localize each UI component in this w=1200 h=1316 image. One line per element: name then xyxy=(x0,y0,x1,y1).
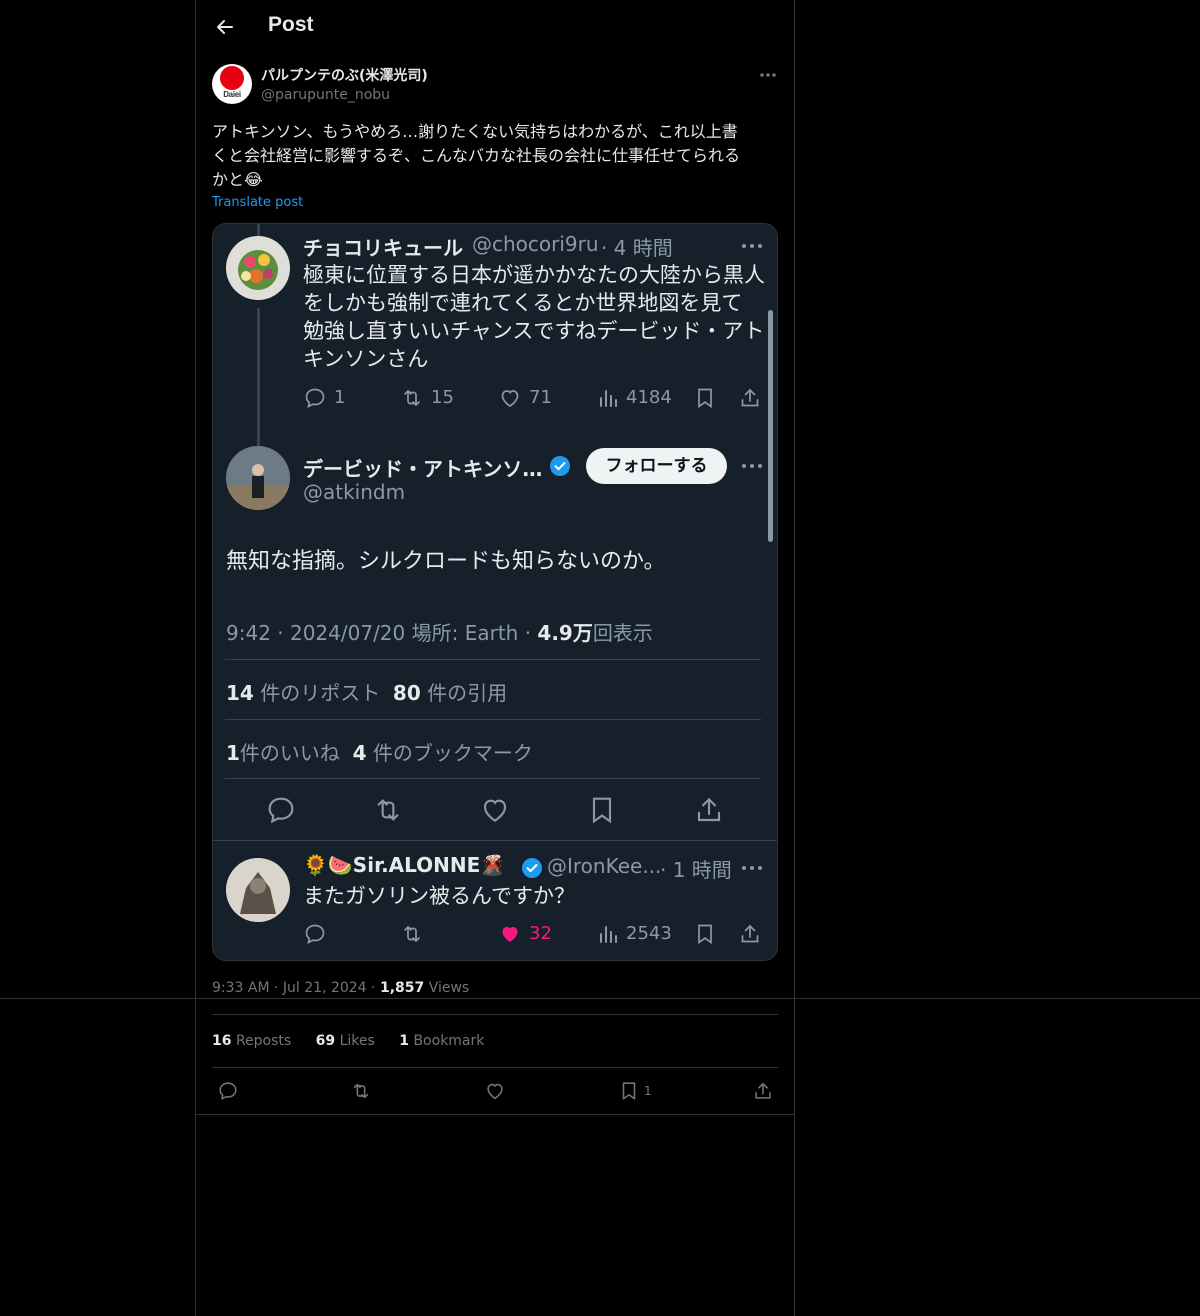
heart-icon xyxy=(483,799,507,822)
thread-line xyxy=(257,224,260,236)
reposts-count-link[interactable]: 16 Reposts xyxy=(212,1033,291,1049)
post-text-line: アトキンソン、もうやめろ…謝りたくない気持ちはわかるが、これ以上書 xyxy=(212,122,738,141)
post-time[interactable]: 9:33 AM xyxy=(212,980,270,996)
heart-icon xyxy=(501,390,519,407)
post-date[interactable]: Jul 21, 2024 xyxy=(283,980,367,996)
post-text-line: くと会社経営に影響するぞ、こんなバカな社長の会社に仕事任せてられる xyxy=(212,146,741,165)
back-button[interactable] xyxy=(210,12,240,42)
share-icon xyxy=(741,388,759,407)
bookmark-button[interactable]: 1 xyxy=(618,1080,652,1102)
repost-icon xyxy=(353,1083,369,1099)
parent-repost-count: 15 xyxy=(431,387,454,408)
share-icon xyxy=(697,797,721,822)
heart-icon xyxy=(487,1083,503,1100)
verified-badge-icon xyxy=(550,456,570,476)
translate-post-link[interactable]: Translate post xyxy=(212,195,303,210)
divider xyxy=(225,659,761,660)
divider xyxy=(225,719,761,720)
more-options-button[interactable] xyxy=(757,66,779,84)
post-text: アトキンソン、もうやめろ…謝りたくない気持ちはわかるが、これ以上書 くと会社経営… xyxy=(212,120,782,192)
page-header: Post xyxy=(196,0,794,54)
reply-time: · 1 時間 xyxy=(660,858,732,882)
heart-filled-icon xyxy=(502,927,518,942)
bookmark-icon xyxy=(698,388,712,409)
avatar-logo-text: Daiei xyxy=(223,90,241,99)
bookmarks-count-link[interactable]: 1 Bookmark xyxy=(399,1033,484,1049)
repost-icon xyxy=(377,799,399,821)
parent-view-count: 4184 xyxy=(626,387,672,408)
more-icon xyxy=(760,73,776,77)
views-count: 1,857 xyxy=(379,980,425,996)
reply-icon xyxy=(219,1082,237,1100)
reply-icon xyxy=(305,388,325,409)
like-button[interactable] xyxy=(484,1080,506,1102)
reply-button[interactable] xyxy=(217,1080,239,1102)
action-bar: 1 xyxy=(196,1068,794,1114)
bookmark-icon xyxy=(592,797,612,824)
arrow-left-icon xyxy=(217,20,233,34)
views-icon xyxy=(600,390,617,407)
likes-count-link[interactable]: 69 Likes xyxy=(316,1033,375,1049)
parent-reply-count: 1 xyxy=(334,387,346,408)
main-name: デービッド・アトキンソ… xyxy=(303,457,543,481)
bookmark-count: 1 xyxy=(644,1084,652,1098)
author-name[interactable]: パルプンテのぶ(米澤光司) xyxy=(261,65,428,85)
parent-name: チョコリキュール xyxy=(303,236,463,260)
reply-name: 🌻🍉Sir.ALONNE🌋 xyxy=(303,853,506,877)
main-like-stats: 1件のいいね 4 件のブックマーク xyxy=(226,741,533,765)
thread-line xyxy=(257,308,260,446)
main-text: 無知な指摘。シルクロードも知らないのか。 xyxy=(226,549,666,574)
parent-text: 極東に位置する日本が遥かかなたの大陸から黒人 をしかも強制で連れてくるとか世界地… xyxy=(303,263,765,371)
reply-text: またガソリン被るんですか？ xyxy=(303,884,575,908)
embedded-screenshot-image[interactable]: チョコリキュール @chocori9ru · 4 時間 極東に位置する日本が遥か… xyxy=(212,223,778,961)
bookmark-icon xyxy=(622,1082,636,1100)
author-handle[interactable]: @parupunte_nobu xyxy=(261,87,390,103)
divider xyxy=(213,840,777,841)
parent-handle: @chocori9ru xyxy=(472,232,599,256)
main-repost-stats: 14 件のリポスト 80 件の引用 xyxy=(226,681,508,705)
post-text-line: かと😂 xyxy=(212,170,263,189)
divider xyxy=(196,1114,794,1115)
reply-handle: @IronKee... xyxy=(547,854,662,878)
verified-badge-icon xyxy=(522,858,542,878)
page-title: Post xyxy=(268,13,314,36)
divider xyxy=(225,778,761,779)
views-icon xyxy=(600,926,617,943)
reply-icon xyxy=(305,924,325,945)
main-meta: 9:42 · 2024/07/20 場所: Earth · 4.9万回表示 xyxy=(226,621,653,645)
scrollbar xyxy=(768,310,773,542)
parent-time: · 4 時間 xyxy=(601,236,673,260)
repost-button[interactable] xyxy=(350,1080,372,1102)
reply-view-count: 2543 xyxy=(626,923,672,944)
screen-divider-line xyxy=(0,998,1200,999)
share-icon xyxy=(741,924,759,943)
follow-button: フォローする xyxy=(586,448,727,484)
divider xyxy=(212,1014,778,1015)
views-label: Views xyxy=(428,980,470,996)
engagement-counts: 16 Reposts 69 Likes 1 Bookmark xyxy=(212,1033,504,1049)
main-handle: @atkindm xyxy=(303,480,406,504)
repost-icon xyxy=(404,389,420,407)
reply-avatar xyxy=(226,858,290,922)
logo-dot xyxy=(220,66,244,90)
parent-avatar xyxy=(226,236,290,300)
post-meta: 9:33 AM · Jul 21, 2024 · 1,857 Views xyxy=(212,980,470,996)
share-icon xyxy=(755,1082,771,1099)
repost-icon xyxy=(404,925,420,943)
more-icon xyxy=(742,464,762,468)
share-button[interactable] xyxy=(752,1080,774,1102)
more-icon xyxy=(742,866,762,870)
bookmark-icon xyxy=(698,924,712,945)
reply-icon xyxy=(268,797,294,824)
more-icon xyxy=(742,244,762,248)
reply-like-count: 32 xyxy=(529,923,552,944)
main-avatar xyxy=(226,446,290,510)
parent-like-count: 71 xyxy=(529,387,552,408)
author-avatar[interactable]: Daiei xyxy=(212,64,252,104)
